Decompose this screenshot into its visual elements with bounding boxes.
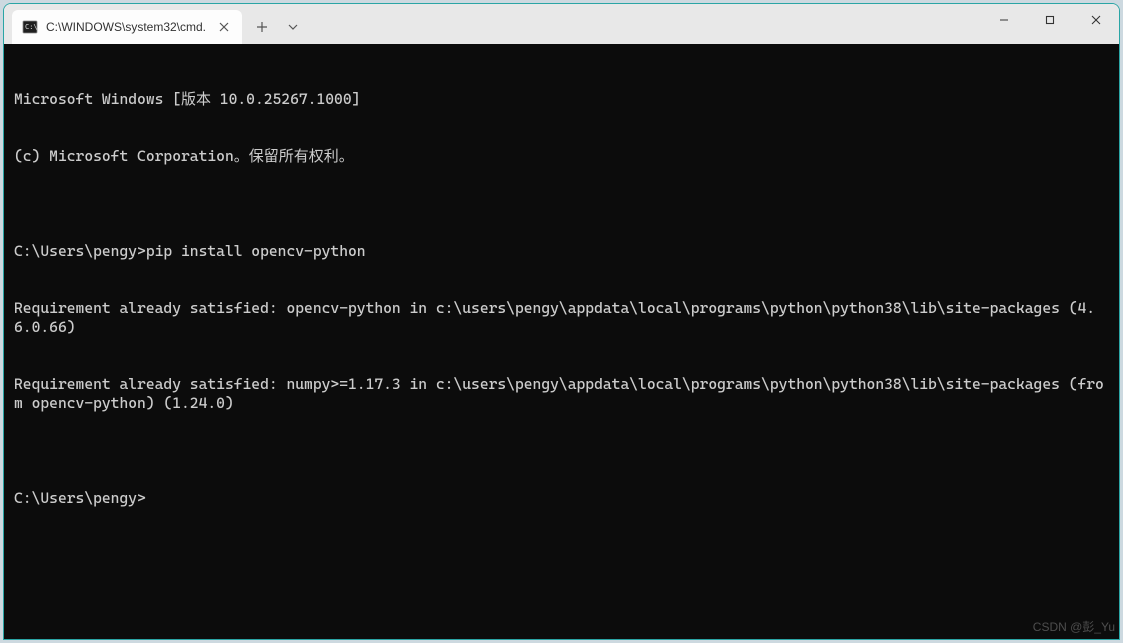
minimize-button[interactable] [981,4,1027,36]
watermark: CSDN @彭_Yu [1033,618,1115,637]
close-icon [219,22,229,32]
terminal-line: Microsoft Windows [版本 10.0.25267.1000] [14,90,1109,109]
terminal-line: C:\Users\pengy> [14,489,1109,508]
tab-dropdown-button[interactable] [278,11,308,43]
terminal-content[interactable]: Microsoft Windows [版本 10.0.25267.1000] (… [4,44,1119,639]
tab-cmd[interactable]: C:\ C:\WINDOWS\system32\cmd. [12,10,242,44]
terminal-window: C:\ C:\WINDOWS\system32\cmd. [3,3,1120,640]
new-tab-button[interactable] [246,11,278,43]
close-icon [1091,15,1101,25]
tab-close-button[interactable] [214,17,234,37]
titlebar[interactable]: C:\ C:\WINDOWS\system32\cmd. [4,4,1119,44]
chevron-down-icon [288,24,298,30]
maximize-button[interactable] [1027,4,1073,36]
terminal-line: (c) Microsoft Corporation。保留所有权利。 [14,147,1109,166]
cmd-icon: C:\ [22,19,38,35]
window-controls [981,4,1119,44]
minimize-icon [999,15,1009,25]
terminal-line: Requirement already satisfied: opencv-py… [14,299,1109,337]
terminal-line: Requirement already satisfied: numpy>=1.… [14,375,1109,413]
terminal-line: C:\Users\pengy>pip install opencv-python [14,242,1109,261]
plus-icon [256,21,268,33]
maximize-icon [1045,15,1055,25]
close-window-button[interactable] [1073,4,1119,36]
tab-title: C:\WINDOWS\system32\cmd. [46,20,206,34]
svg-text:C:\: C:\ [25,23,38,31]
